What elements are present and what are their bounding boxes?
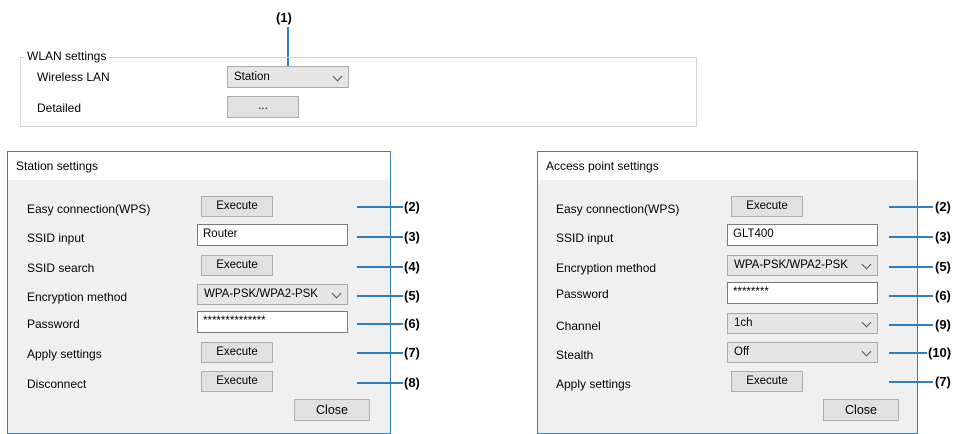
wireless-lan-label: Wireless LAN — [37, 70, 110, 84]
ap-ssid-input[interactable]: GLT400 — [727, 224, 878, 246]
callout-6: (6) — [935, 288, 951, 303]
ap-apply-label: Apply settings — [556, 377, 631, 391]
station-settings-title: Station settings — [8, 152, 390, 180]
station-wps-label: Easy connection(WPS) — [27, 202, 151, 216]
callout-line — [357, 323, 403, 325]
ap-stealth-label: Stealth — [556, 348, 594, 362]
station-ssid-search-label: SSID search — [27, 261, 95, 275]
station-encryption-value: WPA-PSK/WPA2-PSK — [204, 288, 318, 300]
station-encryption-label: Encryption method — [27, 290, 128, 304]
callout-8: (8) — [404, 375, 420, 390]
ap-password-label: Password — [556, 287, 609, 301]
chevron-down-icon — [861, 346, 872, 357]
ap-channel-label: Channel — [556, 319, 601, 333]
station-encryption-select[interactable]: WPA-PSK/WPA2-PSK — [197, 284, 348, 305]
chevron-down-icon — [861, 317, 872, 328]
callout-6: (6) — [404, 316, 420, 331]
callout-line — [889, 236, 933, 238]
ap-wps-execute-button[interactable]: Execute — [731, 196, 803, 217]
callout-1: (1) — [276, 10, 292, 25]
ap-channel-value: 1ch — [734, 317, 753, 329]
station-ssid-search-execute-button[interactable]: Execute — [201, 255, 273, 276]
callout-line — [889, 324, 933, 326]
station-disconnect-label: Disconnect — [27, 377, 87, 391]
callout-5: (5) — [935, 259, 951, 274]
station-close-button[interactable]: Close — [294, 399, 370, 421]
callout-2: (2) — [935, 199, 951, 214]
station-password-label: Password — [27, 317, 80, 331]
wireless-lan-select[interactable]: Station — [227, 66, 349, 88]
station-ssid-input[interactable]: Router — [197, 224, 348, 246]
ap-wps-label: Easy connection(WPS) — [556, 202, 680, 216]
ap-password-input[interactable]: ******** — [727, 282, 878, 304]
access-point-settings-body — [538, 180, 917, 433]
wlan-settings-group — [20, 57, 697, 127]
callout-line — [357, 295, 403, 297]
chevron-down-icon — [331, 288, 342, 299]
callout-4: (4) — [404, 259, 420, 274]
ap-encryption-label: Encryption method — [556, 261, 657, 275]
station-disconnect-execute-button[interactable]: Execute — [201, 371, 273, 392]
ap-encryption-select[interactable]: WPA-PSK/WPA2-PSK — [727, 255, 878, 276]
chevron-down-icon — [332, 71, 343, 82]
callout-line — [889, 295, 933, 297]
ap-stealth-select[interactable]: Off — [727, 342, 878, 363]
wlan-settings-title: WLAN settings — [24, 49, 110, 63]
access-point-settings-title: Access point settings — [538, 152, 917, 180]
detailed-label: Detailed — [37, 101, 82, 115]
station-wps-execute-button[interactable]: Execute — [201, 196, 273, 217]
callout-3: (3) — [404, 229, 420, 244]
callout-line — [889, 352, 927, 354]
ap-channel-select[interactable]: 1ch — [727, 313, 878, 334]
station-ssid-input-label: SSID input — [27, 231, 85, 245]
callout-line — [357, 352, 403, 354]
station-apply-label: Apply settings — [27, 347, 102, 361]
callout-line — [357, 382, 403, 384]
callout-line — [889, 206, 933, 208]
callout-7: (7) — [404, 345, 420, 360]
callout-2: (2) — [404, 199, 420, 214]
ap-apply-execute-button[interactable]: Execute — [731, 371, 803, 392]
station-apply-execute-button[interactable]: Execute — [201, 342, 273, 363]
callout-3: (3) — [935, 229, 951, 244]
callout-9: (9) — [935, 317, 951, 332]
ap-ssid-input-label: SSID input — [556, 231, 614, 245]
callout-5: (5) — [404, 288, 420, 303]
callout-line — [889, 381, 933, 383]
callout-line — [357, 206, 403, 208]
callout-7: (7) — [935, 374, 951, 389]
callout-10: (10) — [928, 345, 952, 360]
detailed-button[interactable]: ... — [227, 96, 299, 118]
callout-line — [889, 266, 933, 268]
callout-line — [357, 236, 403, 238]
chevron-down-icon — [861, 259, 872, 270]
wireless-lan-select-value: Station — [234, 71, 270, 83]
ap-stealth-value: Off — [734, 346, 750, 358]
ap-close-button[interactable]: Close — [823, 399, 899, 421]
station-password-input[interactable]: ************** — [197, 311, 348, 333]
ap-encryption-value: WPA-PSK/WPA2-PSK — [734, 259, 848, 271]
callout-line — [357, 266, 403, 268]
station-settings-body — [8, 180, 390, 433]
